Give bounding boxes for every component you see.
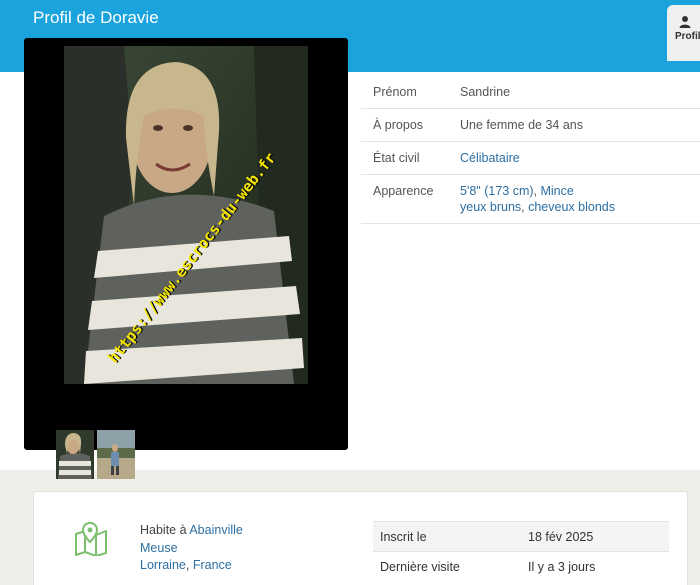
thumbnail-photo-1[interactable] bbox=[56, 430, 94, 479]
info-label: État civil bbox=[361, 141, 448, 175]
main-photo[interactable] bbox=[64, 46, 308, 384]
hair-color-link[interactable]: cheveux blonds bbox=[528, 200, 615, 214]
info-label: Apparence bbox=[361, 174, 448, 224]
separator: , bbox=[185, 558, 193, 572]
user-icon bbox=[679, 16, 691, 28]
info-label: À propos bbox=[361, 108, 448, 142]
meta-label: Dernière visite bbox=[373, 551, 521, 582]
info-row-prenom: Prénom Sandrine bbox=[361, 76, 700, 109]
meta-value: 18 fév 2025 bbox=[521, 521, 669, 552]
tab-profil[interactable]: Profil bbox=[667, 5, 700, 63]
etat-civil-link[interactable]: Célibataire bbox=[460, 151, 520, 165]
location-prefix: Habite à bbox=[140, 523, 190, 537]
info-row-a-propos: À propos Une femme de 34 ans bbox=[361, 108, 700, 142]
meta-row-inscrit: Inscrit le 18 fév 2025 bbox=[373, 521, 669, 552]
membership-table: Inscrit le 18 fév 2025 Dernière visite I… bbox=[373, 521, 669, 582]
region-link[interactable]: Lorraine bbox=[140, 558, 186, 572]
photo-gallery: https://www.escrocs-du-web.fr bbox=[24, 38, 348, 479]
meta-value: Il y a 3 jours bbox=[521, 551, 669, 582]
country-link[interactable]: France bbox=[193, 558, 232, 572]
meta-row-derniere-visite: Dernière visite Il y a 3 jours bbox=[373, 551, 669, 582]
tab-profil-label: Profil bbox=[675, 31, 700, 42]
info-value: Une femme de 34 ans bbox=[448, 108, 700, 142]
location-text: Habite à Abainville Meuse Lorraine, Fran… bbox=[140, 522, 243, 575]
info-row-etat-civil: État civil Célibataire bbox=[361, 141, 700, 175]
eye-color-link[interactable]: yeux bruns bbox=[460, 200, 521, 214]
thumbnail-photo-2[interactable] bbox=[97, 430, 135, 479]
map-icon bbox=[75, 522, 107, 556]
meta-label: Inscrit le bbox=[373, 521, 521, 552]
apparence-value: 5'8" (173 cm), Mince yeux bruns, cheveux… bbox=[448, 174, 700, 224]
city-link[interactable]: Abainville bbox=[189, 523, 243, 537]
page-title: Profil de Doravie bbox=[33, 8, 159, 27]
info-row-apparence: Apparence 5'8" (173 cm), Mince yeux brun… bbox=[361, 174, 700, 224]
profile-info-table: Prénom Sandrine À propos Une femme de 34… bbox=[361, 76, 700, 224]
height-link[interactable]: 5'8" (173 cm) bbox=[460, 184, 534, 198]
info-value: Sandrine bbox=[448, 76, 700, 109]
department-link[interactable]: Meuse bbox=[140, 541, 178, 555]
location-panel: Habite à Abainville Meuse Lorraine, Fran… bbox=[33, 491, 688, 585]
body-type-link[interactable]: Mince bbox=[540, 184, 573, 198]
info-label: Prénom bbox=[361, 76, 448, 109]
